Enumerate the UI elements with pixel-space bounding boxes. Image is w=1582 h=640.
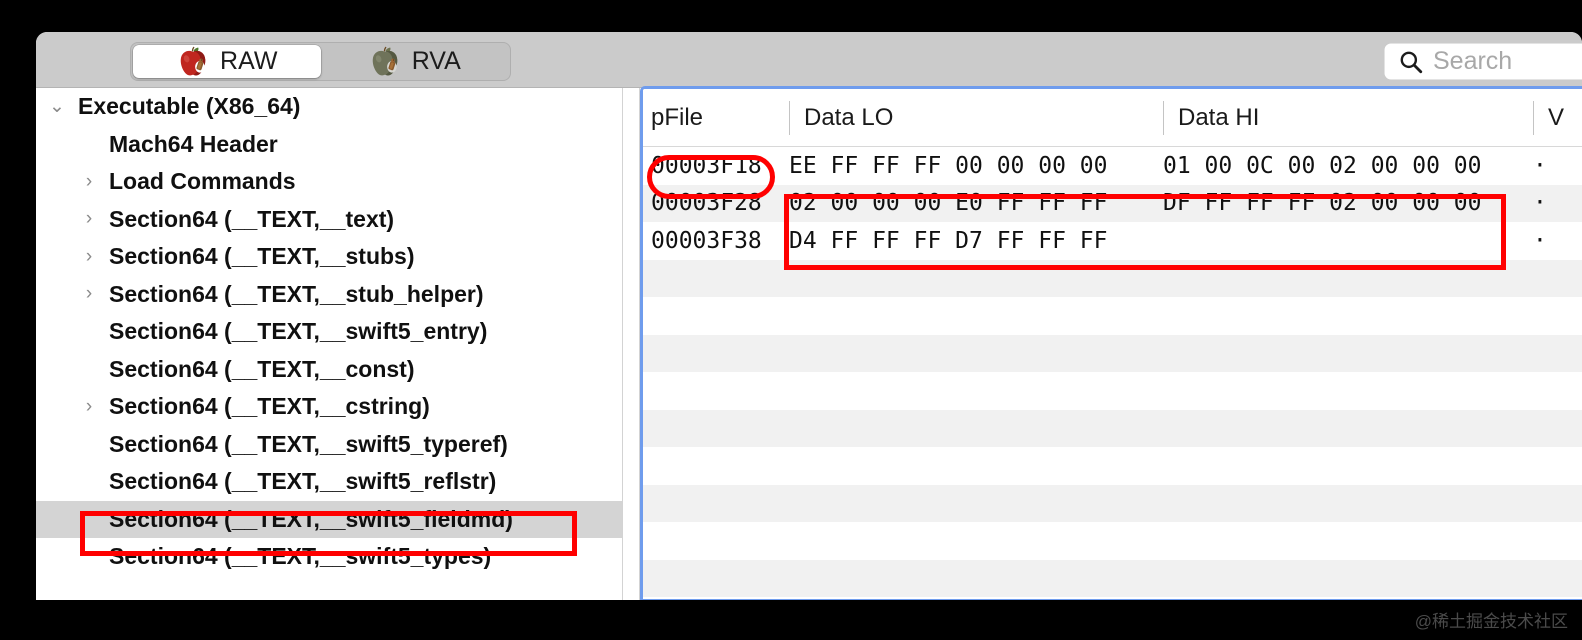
sidebar-item-7[interactable]: Section64 (__TEXT,__const) <box>36 351 622 389</box>
no-twisty <box>76 469 102 495</box>
sidebar-item-label: Section64 (__TEXT,__swift5_reflstr) <box>109 468 497 495</box>
sidebar-item-4[interactable]: › Section64 (__TEXT,__stubs) <box>36 238 622 276</box>
no-twisty <box>76 544 102 570</box>
column-header-hi[interactable]: Data HI <box>1163 89 1259 147</box>
cell-pfile: 00003F28 <box>651 190 762 217</box>
chevron-right-icon[interactable]: › <box>76 244 102 270</box>
sidebar-item-0[interactable]: ⌄ Executable (X86_64) <box>36 88 622 126</box>
table-row-empty[interactable] <box>643 447 1582 485</box>
no-twisty <box>76 319 102 345</box>
hex-table-panel[interactable]: pFile Data LO Data HI V 00003F18 EE FF FF FF… <box>640 86 1582 600</box>
column-header-label: pFile <box>651 104 704 131</box>
toolbar: RAW RVA Search <box>36 32 1582 88</box>
sidebar-splitter[interactable] <box>622 88 640 600</box>
table-row-empty[interactable] <box>643 334 1582 372</box>
sidebar-item-5[interactable]: › Section64 (__TEXT,__stub_helper) <box>36 276 622 314</box>
chevron-right-icon[interactable]: › <box>76 169 102 195</box>
sidebar-item-label: Section64 (__TEXT,__swift5_fieldmd) <box>109 505 513 532</box>
cell-lo: EE FF FF FF 00 00 00 00 <box>789 152 1108 179</box>
table-body[interactable]: 00003F18 EE FF FF FF 00 00 00 00 01 00 0C … <box>643 147 1582 597</box>
sidebar-item-label: Section64 (__TEXT,__swift5_types) <box>109 543 492 570</box>
sidebar-item-label: Section64 (__TEXT,__swift5_entry) <box>109 318 488 345</box>
sidebar-item-label: Section64 (__TEXT,__swift5_typeref) <box>109 430 508 457</box>
column-header-label: Data LO <box>804 104 894 131</box>
column-divider[interactable] <box>1163 101 1164 135</box>
screenshot-root: RAW RVA Search ⌄ Executable (X86_64) Mac… <box>0 0 1582 640</box>
column-header-label: V <box>1548 104 1565 131</box>
sidebar-item-11[interactable]: Section64 (__TEXT,__swift5_fieldmd) <box>36 500 622 538</box>
no-twisty <box>76 356 102 382</box>
tab-rva-label: RVA <box>411 47 461 75</box>
cell-value: · <box>1533 152 1547 179</box>
table-row-empty[interactable] <box>643 372 1582 410</box>
watermark: @稀土掘金技术社区 <box>1414 612 1568 631</box>
no-twisty <box>76 431 102 457</box>
apple-bitten-gray-icon <box>372 46 397 76</box>
sidebar-item-3[interactable]: › Section64 (__TEXT,__text) <box>36 201 622 239</box>
sidebar-item-label: Mach64 Header <box>109 130 278 157</box>
content-area: ⌄ Executable (X86_64) Mach64 Header › Load C… <box>36 86 1582 600</box>
table-row-empty[interactable] <box>643 297 1582 335</box>
sidebar-item-10[interactable]: Section64 (__TEXT,__swift5_reflstr) <box>36 463 622 501</box>
sidebar-item-8[interactable]: › Section64 (__TEXT,__cstring) <box>36 388 622 426</box>
cell-lo: 02 00 00 00 E0 FF FF FF <box>789 190 1108 217</box>
search-placeholder: Search <box>1433 47 1513 75</box>
search-icon <box>1400 51 1423 73</box>
structure-sidebar[interactable]: ⌄ Executable (X86_64) Mach64 Header › Load C… <box>36 88 622 600</box>
cell-value: · <box>1533 227 1547 254</box>
sidebar-item-label: Section64 (__TEXT,__stub_helper) <box>109 280 484 307</box>
cell-value: · <box>1533 190 1547 217</box>
column-divider[interactable] <box>789 101 790 135</box>
sidebar-item-2[interactable]: › Load Commands <box>36 163 622 201</box>
column-header-pfile[interactable]: pFile <box>651 89 703 147</box>
cell-lo: D4 FF FF FF D7 FF FF FF <box>789 227 1108 254</box>
no-twisty <box>76 506 102 532</box>
cell-hi: 01 00 0C 00 02 00 00 00 <box>1163 152 1482 179</box>
table-header-row: pFile Data LO Data HI V <box>643 89 1582 147</box>
table-row[interactable]: 00003F38 D4 FF FF FF D7 FF FF FF · <box>643 222 1582 260</box>
column-header-value[interactable]: V <box>1533 89 1564 147</box>
chevron-right-icon[interactable]: › <box>76 206 102 232</box>
sidebar-item-1[interactable]: Mach64 Header <box>36 126 622 164</box>
table-row-empty[interactable] <box>643 484 1582 522</box>
table-row-empty[interactable] <box>643 409 1582 447</box>
sidebar-item-label: Executable (X86_64) <box>78 93 301 120</box>
no-twisty <box>76 131 102 157</box>
column-header-label: Data HI <box>1178 104 1260 131</box>
tab-raw-label: RAW <box>220 47 278 75</box>
table-row-empty[interactable] <box>643 559 1582 597</box>
table-row-empty[interactable] <box>643 259 1582 297</box>
chevron-right-icon[interactable]: › <box>76 394 102 420</box>
table-row-empty[interactable] <box>643 522 1582 560</box>
view-mode-segmented-control[interactable]: RAW RVA <box>130 42 511 81</box>
cell-pfile: 00003F38 <box>651 227 762 254</box>
column-header-lo[interactable]: Data LO <box>789 89 893 147</box>
table-row[interactable]: 00003F28 02 00 00 00 E0 FF FF FF DF FF FF … <box>643 184 1582 222</box>
apple-bitten-red-icon <box>180 46 206 76</box>
chevron-down-icon[interactable]: ⌄ <box>44 94 70 120</box>
sidebar-item-6[interactable]: Section64 (__TEXT,__swift5_entry) <box>36 313 622 351</box>
cell-hi: DF FF FF FF 02 00 00 00 <box>1163 190 1482 217</box>
app-window: RAW RVA Search ⌄ Executable (X86_64) Mac… <box>36 32 1582 600</box>
search-field[interactable]: Search <box>1384 43 1582 80</box>
table-row[interactable]: 00003F18 EE FF FF FF 00 00 00 00 01 00 0C … <box>643 147 1582 185</box>
tab-raw[interactable]: RAW <box>133 45 321 78</box>
tab-rva[interactable]: RVA <box>321 45 509 78</box>
cell-pfile: 00003F18 <box>651 152 762 179</box>
sidebar-item-12[interactable]: Section64 (__TEXT,__swift5_types) <box>36 538 622 576</box>
column-divider[interactable] <box>1533 101 1534 135</box>
chevron-right-icon[interactable]: › <box>76 281 102 307</box>
sidebar-item-9[interactable]: Section64 (__TEXT,__swift5_typeref) <box>36 426 622 464</box>
sidebar-item-label: Load Commands <box>109 168 296 195</box>
